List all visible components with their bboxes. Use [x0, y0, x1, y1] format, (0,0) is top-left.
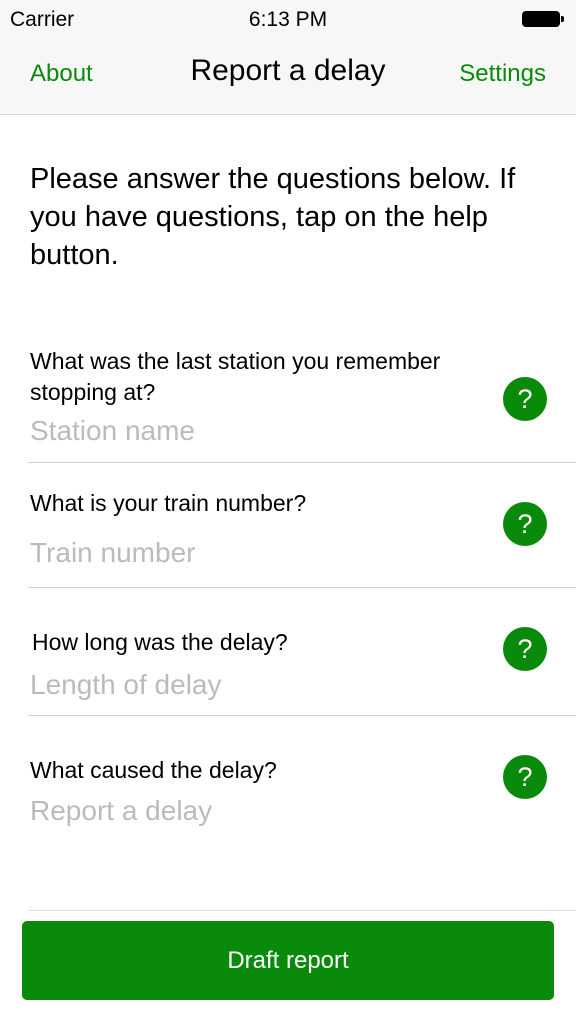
delay-cause-help-button[interactable]: ?	[503, 755, 547, 799]
status-bar: Carrier 6:13 PM	[0, 0, 576, 38]
intro-text: Please answer the questions below. If yo…	[30, 163, 516, 271]
question-delay-length: How long was the delay? ?	[28, 587, 576, 716]
train-number-input[interactable]	[28, 537, 472, 569]
question-delay-cause: What caused the delay? ?	[28, 715, 576, 855]
station-name-input[interactable]	[28, 415, 472, 447]
question-station: What was the last station you remember s…	[28, 340, 576, 463]
train-number-question-label: What is your train number?	[30, 490, 307, 516]
delay-length-help-button[interactable]: ?	[503, 627, 547, 671]
delay-length-question-label: How long was the delay?	[32, 629, 288, 655]
station-help-button[interactable]: ?	[503, 377, 547, 421]
delay-length-input[interactable]	[28, 669, 472, 701]
status-time: 6:13 PM	[248, 8, 328, 31]
divider	[28, 910, 576, 911]
delay-cause-input[interactable]	[28, 795, 472, 827]
draft-report-button[interactable]: Draft report	[22, 921, 554, 1000]
battery-full-icon	[522, 11, 564, 27]
delay-cause-question-label: What caused the delay?	[30, 757, 277, 783]
station-question-label: What was the last station you remember s…	[30, 348, 441, 405]
train-number-help-button[interactable]: ?	[503, 502, 547, 546]
settings-button[interactable]: Settings	[459, 60, 546, 88]
question-train-number: What is your train number? ?	[28, 462, 576, 588]
navigation-bar: About Report a delay Settings	[0, 38, 576, 115]
